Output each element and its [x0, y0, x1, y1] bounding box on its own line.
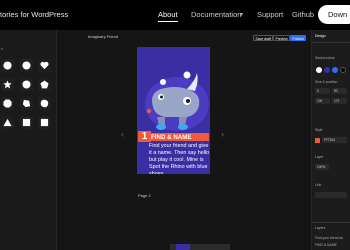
height-field[interactable]: 172	[332, 98, 347, 104]
document-title[interactable]: Imaginary Friend	[88, 34, 118, 39]
page-carousel[interactable]	[170, 244, 230, 250]
page-indicator: Page 2	[138, 193, 151, 198]
color-hex-field[interactable]: FF7324	[322, 137, 347, 143]
shape-square[interactable]	[20, 116, 33, 129]
shape-star[interactable]	[1, 78, 14, 91]
nav-link-documentation[interactable]: Documentation	[191, 10, 241, 19]
color-swatch[interactable]	[316, 67, 322, 73]
shape-pentagon[interactable]	[38, 78, 51, 91]
shapes-label: s	[1, 46, 3, 51]
color-swatch[interactable]	[332, 67, 338, 73]
layer-label: Layer	[315, 155, 324, 159]
shape-octagon[interactable]	[1, 97, 14, 110]
preview-button[interactable]: Preview	[273, 35, 291, 41]
color-swatch[interactable]	[340, 67, 346, 73]
story-heading[interactable]: FIND & NAME	[149, 133, 209, 141]
link-url-field[interactable]	[315, 192, 347, 198]
panel-divider	[312, 42, 350, 43]
rhino-illustration[interactable]	[145, 67, 207, 133]
site-brand[interactable]: tories for WordPress	[0, 10, 68, 19]
saved-colors-label: Saved colors	[315, 56, 335, 60]
story-page-canvas[interactable]: 1 FIND & NAME Find your friend and give …	[137, 47, 210, 174]
fill-color-swatch[interactable]	[315, 138, 320, 143]
shape-circle[interactable]	[1, 59, 14, 72]
download-button[interactable]: Down	[318, 5, 350, 24]
shape-circle[interactable]	[20, 59, 33, 72]
layers-label[interactable]: Layers	[315, 226, 325, 230]
layer-item[interactable]: Find your friend an	[315, 236, 343, 240]
shape-heart[interactable]	[38, 59, 51, 72]
opacity-field[interactable]: 100%	[315, 164, 329, 170]
nav-link-github[interactable]: Github	[292, 10, 314, 19]
style-label: Style	[315, 128, 323, 132]
design-tab[interactable]: Design	[315, 34, 326, 38]
link-label: Link	[315, 183, 322, 187]
width-field[interactable]: 100	[315, 98, 330, 104]
panel-divider	[312, 222, 350, 223]
chevron-left-icon[interactable]: ‹	[121, 129, 124, 139]
story-body-text[interactable]: Find your friend and give it a name. The…	[149, 143, 210, 174]
color-swatch[interactable]	[324, 67, 330, 73]
publish-button[interactable]: Publish	[290, 35, 307, 41]
save-draft-button[interactable]: Save draft	[253, 35, 274, 41]
shape-square[interactable]	[38, 116, 51, 129]
nav-link-support[interactable]: Support	[257, 10, 283, 19]
top-nav: tories for WordPress About Documentation…	[0, 0, 350, 30]
nav-link-about[interactable]: About	[158, 10, 178, 19]
chevron-right-icon[interactable]: ›	[221, 129, 224, 139]
active-underline	[158, 21, 178, 22]
size-position-label: Size & position	[315, 80, 338, 84]
shape-blob[interactable]	[38, 97, 51, 110]
shape-circle[interactable]	[20, 78, 33, 91]
y-field[interactable]: 50	[332, 88, 347, 94]
shape-blob[interactable]	[20, 97, 33, 110]
chevron-down-icon[interactable]: ▼	[239, 12, 244, 18]
shape-triangle[interactable]	[1, 116, 14, 129]
layer-item[interactable]: FIND & NAME	[315, 243, 337, 247]
x-field[interactable]: 0	[315, 88, 330, 94]
page-thumbnail[interactable]	[176, 244, 190, 250]
